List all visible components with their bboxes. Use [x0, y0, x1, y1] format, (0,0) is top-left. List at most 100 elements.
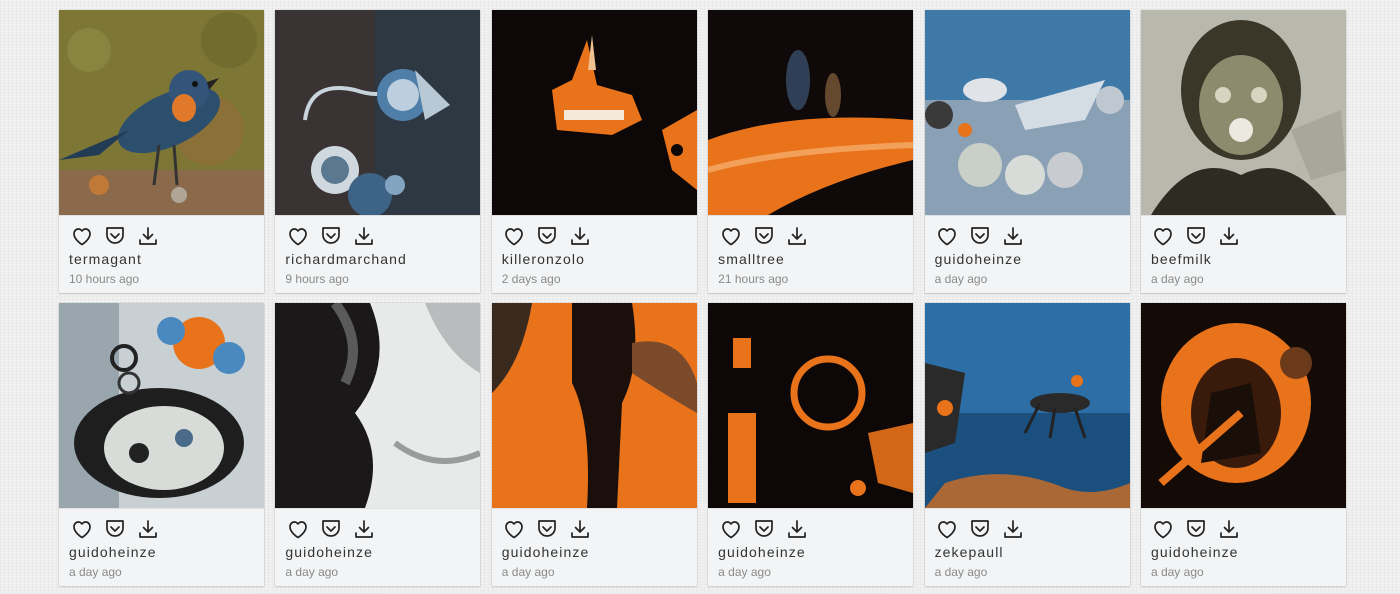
download-button[interactable] [351, 516, 376, 541]
username-link[interactable]: termagant [69, 251, 142, 267]
download-icon [138, 519, 157, 538]
save-button[interactable] [751, 516, 776, 541]
pocket-icon [754, 519, 773, 537]
artwork-thumbnail[interactable] [491, 10, 697, 216]
card-actions [1151, 516, 1242, 541]
download-button[interactable] [568, 516, 593, 541]
pocket-icon [105, 226, 124, 244]
username-link[interactable]: guidoheinze [502, 544, 590, 560]
download-icon [571, 226, 590, 245]
download-button[interactable] [568, 223, 593, 248]
artwork-thumbnail[interactable] [1140, 303, 1346, 509]
orange-ring-artwork [708, 303, 914, 508]
image-card: zekepaull a day ago [924, 303, 1130, 586]
save-button[interactable] [535, 516, 560, 541]
image-card: richardmarchand 9 hours ago [275, 10, 481, 293]
like-button[interactable] [285, 223, 310, 248]
image-card: guidoheinze a day ago [59, 303, 264, 586]
download-icon [1004, 226, 1022, 245]
artwork-thumbnail[interactable] [491, 303, 697, 509]
timestamp: a day ago [718, 565, 771, 579]
artwork-thumbnail[interactable] [924, 10, 1130, 216]
save-button[interactable] [535, 223, 560, 248]
download-icon [1220, 226, 1239, 245]
like-button[interactable] [718, 516, 743, 541]
like-button[interactable] [935, 516, 960, 541]
download-button[interactable] [1217, 223, 1242, 248]
download-button[interactable] [784, 516, 809, 541]
insect-water-artwork [924, 303, 1130, 508]
timestamp: a day ago [285, 565, 339, 579]
pocket-icon [105, 519, 124, 537]
download-button[interactable] [1001, 223, 1026, 248]
artwork-thumbnail[interactable] [275, 10, 481, 216]
username-link[interactable]: richardmarchand [285, 251, 407, 267]
timestamp: a day ago [69, 565, 122, 579]
download-icon [138, 226, 157, 245]
download-button[interactable] [1217, 516, 1242, 541]
save-button[interactable] [1184, 516, 1209, 541]
download-icon [355, 226, 373, 245]
artwork-thumbnail[interactable] [275, 303, 481, 509]
username-link[interactable]: killeronzolo [502, 251, 585, 267]
like-button[interactable] [935, 223, 960, 248]
orange-wave-artwork [708, 10, 914, 215]
save-button[interactable] [102, 223, 127, 248]
timestamp: 9 hours ago [285, 272, 349, 286]
like-button[interactable] [1151, 223, 1176, 248]
timestamp: 10 hours ago [69, 272, 140, 286]
timestamp: 2 days ago [501, 272, 561, 286]
username-link[interactable]: beefmilk [1151, 251, 1212, 267]
image-card: guidoheinze a day ago [1140, 303, 1346, 586]
like-button[interactable] [718, 223, 743, 248]
orange-flare-artwork [1140, 303, 1346, 508]
card-actions [718, 223, 809, 248]
save-button[interactable] [318, 516, 343, 541]
pocket-icon [754, 226, 773, 244]
like-button[interactable] [69, 516, 94, 541]
username-link[interactable]: guidoheinze [69, 544, 157, 560]
artwork-thumbnail[interactable] [708, 303, 914, 509]
artwork-thumbnail[interactable] [924, 303, 1130, 509]
timestamp: a day ago [934, 565, 988, 579]
orange-ship-artwork [491, 10, 697, 215]
heart-icon [505, 227, 524, 245]
card-actions [935, 223, 1026, 248]
like-button[interactable] [69, 223, 94, 248]
card-actions [502, 516, 593, 541]
username-link[interactable]: guidoheinze [285, 544, 373, 560]
image-card: guidoheinze a day ago [708, 303, 914, 586]
artwork-thumbnail[interactable] [59, 10, 264, 216]
username-link[interactable]: zekepaull [935, 544, 1004, 560]
monochrome-texture-artwork [275, 303, 481, 508]
pocket-icon [322, 519, 340, 537]
card-actions [718, 516, 809, 541]
like-button[interactable] [285, 516, 310, 541]
like-button[interactable] [1151, 516, 1176, 541]
username-link[interactable]: smalltree [718, 251, 785, 267]
download-button[interactable] [1001, 516, 1026, 541]
artwork-thumbnail[interactable] [708, 10, 914, 216]
username-link[interactable]: guidoheinze [935, 251, 1023, 267]
username-link[interactable]: guidoheinze [1151, 544, 1239, 560]
diver-portrait-artwork [1140, 10, 1346, 215]
save-button[interactable] [102, 516, 127, 541]
save-button[interactable] [751, 223, 776, 248]
save-button[interactable] [318, 223, 343, 248]
like-button[interactable] [502, 223, 527, 248]
download-button[interactable] [351, 223, 376, 248]
download-button[interactable] [135, 516, 160, 541]
heart-icon [1154, 520, 1173, 538]
image-card: smalltree 21 hours ago [708, 10, 914, 293]
download-button[interactable] [135, 223, 160, 248]
download-button[interactable] [784, 223, 809, 248]
artwork-thumbnail[interactable] [59, 303, 264, 509]
artwork-thumbnail[interactable] [1140, 10, 1346, 216]
username-link[interactable]: guidoheinze [718, 544, 806, 560]
save-button[interactable] [968, 516, 993, 541]
like-button[interactable] [502, 516, 527, 541]
save-button[interactable] [1184, 223, 1209, 248]
timestamp: a day ago [934, 272, 988, 286]
card-actions [69, 516, 160, 541]
save-button[interactable] [968, 223, 993, 248]
